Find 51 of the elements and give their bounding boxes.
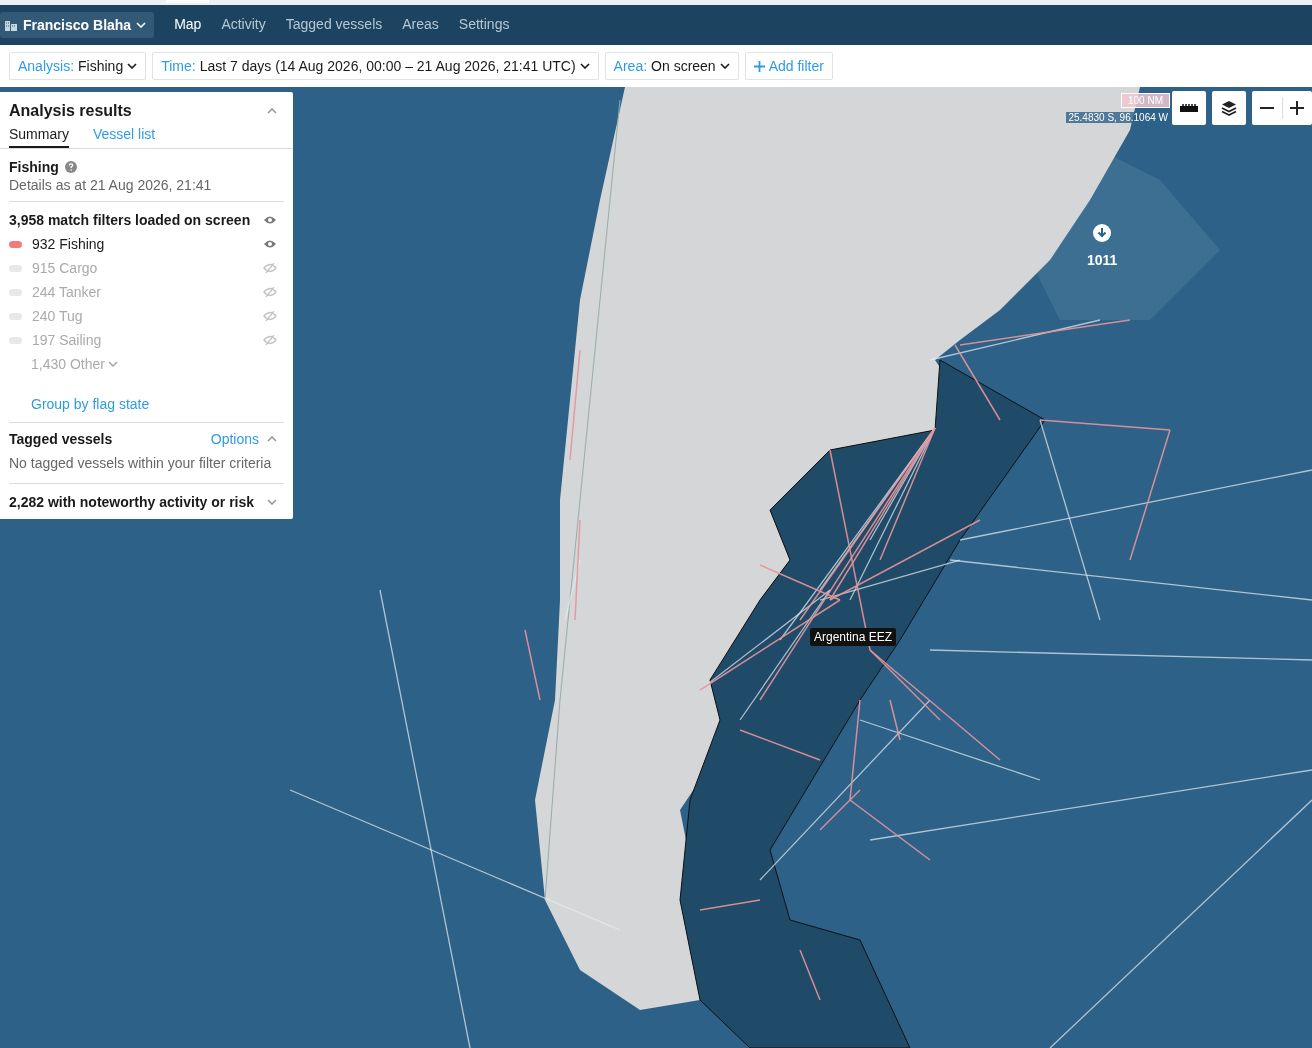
download-icon[interactable] — [1093, 224, 1112, 242]
chevron-down-icon[interactable] — [267, 499, 277, 505]
scale-label: 100 NM — [1121, 93, 1170, 108]
layers-button[interactable] — [1212, 91, 1246, 125]
building-icon — [4, 19, 18, 31]
group-by-link[interactable]: Group by flag state — [31, 392, 150, 416]
add-filter-button[interactable]: Add filter — [744, 52, 833, 80]
minus-icon — [1259, 107, 1274, 109]
coordinates-label: 25.4830 S, 96.1064 W — [1066, 112, 1170, 123]
panel-title: Analysis results — [9, 102, 132, 120]
category-label: 932 Fishing — [32, 236, 105, 252]
filter-dropdown[interactable]: Analysis: Fishing — [9, 52, 147, 80]
ruler-button[interactable] — [1172, 91, 1206, 125]
noteworthy-label[interactable]: 2,282 with noteworthy activity or risk — [9, 494, 255, 510]
summary-text: 3,958 match filters loaded on screen — [9, 212, 251, 228]
chevron-down-icon — [107, 361, 118, 367]
chevron-down-icon — [579, 63, 590, 69]
filter-dropdown[interactable]: Area: On screen — [604, 52, 739, 80]
category-label: 197 Sailing — [32, 332, 102, 348]
details-text: Details as at 21 Aug 2026, 21:41 — [9, 177, 213, 193]
category-label: 915 Cargo — [32, 260, 98, 276]
category-label: 240 Tug — [32, 308, 83, 324]
nav-tab[interactable]: Settings — [450, 0, 518, 40]
section-title: Tagged vessels — [9, 431, 113, 447]
chevron-down-icon — [136, 22, 147, 28]
map-drawing[interactable] — [0, 87, 1312, 1048]
panel-tab[interactable]: Vessel list — [92, 126, 156, 148]
empty-message: No tagged vessels within your filter criteria — [8, 454, 273, 473]
chevron-down-icon — [719, 63, 730, 69]
nav-tab[interactable]: Areas — [394, 0, 447, 40]
account-menu[interactable]: Francisco Blaha — [0, 12, 155, 38]
panel-tab[interactable]: Summary — [9, 126, 69, 148]
cluster-count: 1011 — [1087, 252, 1118, 268]
nav-tab[interactable]: Tagged vessels — [277, 0, 391, 40]
plus-icon — [753, 60, 765, 72]
section-title: Fishing — [9, 159, 59, 175]
eye-icon[interactable] — [263, 239, 277, 249]
chevron-up-icon[interactable] — [267, 436, 277, 442]
eye-icon[interactable] — [263, 215, 277, 225]
nav-tab[interactable]: Map — [166, 0, 210, 40]
plus-icon — [1290, 101, 1305, 115]
filter-dropdown[interactable]: Time: Last 7 days (14 Aug 2026, 00:00 – 21 Aug 2026, 21:41 UTC) — [152, 52, 599, 80]
nav-tab[interactable]: Activity — [213, 0, 274, 40]
chevron-down-icon — [127, 63, 138, 69]
category-label: 244 Tanker — [32, 284, 101, 300]
ruler-icon — [1180, 104, 1198, 112]
options-link[interactable]: Options — [210, 431, 259, 447]
area-tooltip: Argentina EEZ — [810, 628, 897, 646]
layers-icon — [1221, 100, 1237, 116]
chevron-up-icon[interactable] — [267, 108, 277, 114]
help-icon[interactable] — [64, 161, 77, 173]
